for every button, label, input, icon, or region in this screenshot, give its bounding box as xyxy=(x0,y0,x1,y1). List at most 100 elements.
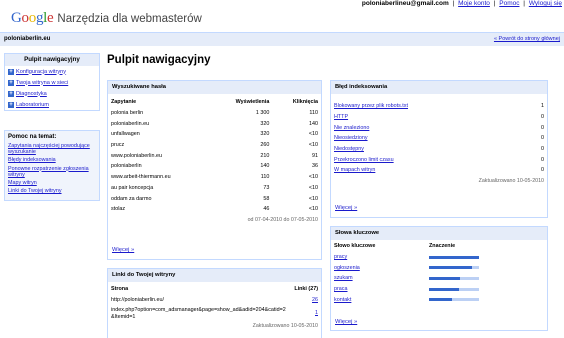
column-header[interactable]: Zapytanie xyxy=(108,97,210,108)
crawl-errors-panel: Błęd indeksowania Blokowany przez plik r… xyxy=(330,80,548,218)
table-row: oddam za darmo 58 <10 xyxy=(111,195,318,202)
link-count[interactable]: 26 xyxy=(312,297,318,303)
top-bar: poloniaberlineu@gmail.com | Moje konto |… xyxy=(361,0,562,7)
significance-bar xyxy=(429,276,479,280)
panel-title: Błęd indeksowania xyxy=(331,81,547,94)
help-title: Pomoc na temat: xyxy=(8,134,57,140)
keyword-link[interactable]: praca xyxy=(334,286,348,292)
sidebar-nav: Pulpit nawigacyjny + Konfiguracja witryn… xyxy=(4,53,100,111)
panel-title: Linki do Twojej witryny xyxy=(108,269,321,282)
expand-icon[interactable]: + xyxy=(8,101,14,108)
sidebar-item-label[interactable]: Laboratorium xyxy=(16,102,49,108)
table-row: unfallwagen 320 <10 xyxy=(111,131,318,138)
site-name: poloniaberlin.eu xyxy=(4,36,51,42)
more-queries-link[interactable]: Więcej » xyxy=(112,247,134,253)
table-row: HTTP 0 xyxy=(334,114,544,121)
table-row: stolaz 46 <10 xyxy=(111,206,318,213)
column-header[interactable]: Kliknięcia xyxy=(272,97,321,108)
column-header[interactable]: Wyświetlenia xyxy=(210,97,272,108)
sidebar-item-labs[interactable]: + Laboratorium xyxy=(5,99,99,110)
table-row: szukam xyxy=(331,273,547,284)
sidebar-item-label[interactable]: Twoja witryna w sieci xyxy=(16,80,68,86)
panel-title: Wyszukiwane hasła xyxy=(108,81,321,94)
page-title: Pulpit nawigacyjny xyxy=(107,54,211,66)
significance-bar xyxy=(429,298,479,302)
keyword-link[interactable]: ogłoszenia xyxy=(334,265,360,271)
table-row: Niedostępny 0 xyxy=(334,146,544,153)
sidebar-item-label[interactable]: Konfiguracja witryny xyxy=(16,69,66,75)
table-row: www.poloniaberlin.eu 210 91 xyxy=(111,152,318,159)
keyword-link[interactable]: pracy xyxy=(334,254,347,260)
column-header: Znaczenie xyxy=(429,243,456,250)
error-type-link[interactable]: Nieosiedziony xyxy=(334,135,368,141)
user-email: poloniaberlineu@gmail.com xyxy=(361,0,449,7)
table-row: polonia berlin 1 300 110 xyxy=(111,110,318,117)
more-errors-link[interactable]: Więcej » xyxy=(335,205,357,211)
keywords-panel: Słowa kluczowe Słowo kluczowe Znaczenie … xyxy=(330,226,548,331)
table-row: Nie znaleziono 0 xyxy=(334,124,544,131)
significance-bar xyxy=(429,255,479,259)
links-panel: Linki do Twojej witryny Strona Linki (27… xyxy=(107,268,322,338)
sidebar-item-site-config[interactable]: + Konfiguracja witryny xyxy=(5,66,99,77)
search-queries-panel: Wyszukiwane hasła Zapytanie Wyświetlenia… xyxy=(107,80,322,260)
keywords-table: Słowo kluczowe Znaczenie pracy ogłoszeni… xyxy=(331,241,547,305)
significance-fill xyxy=(429,298,452,302)
product-name: Narzędzia dla webmasterów xyxy=(57,13,202,25)
significance-fill xyxy=(429,255,479,259)
expand-icon[interactable]: + xyxy=(8,90,14,97)
my-account-link[interactable]: Moje konto xyxy=(458,0,490,7)
significance-bar xyxy=(429,266,479,270)
significance-fill xyxy=(429,266,472,270)
help-link-sitemaps[interactable]: Mapy witryn xyxy=(8,180,96,186)
help-link-links-to-site[interactable]: Linki do Twojej witryny xyxy=(8,188,96,194)
expand-icon[interactable]: + xyxy=(8,79,14,86)
keyword-link[interactable]: szukam xyxy=(334,275,353,281)
error-type-link[interactable]: Nie znaleziono xyxy=(334,125,369,131)
sidebar-item-site-on-web[interactable]: + Twoja witryna w sieci xyxy=(5,77,99,88)
help-link-crawl-errors[interactable]: Błędy indeksowania xyxy=(8,157,96,163)
table-row: W mapach witryn 0 xyxy=(334,167,544,174)
sidebar-item-diagnostics[interactable]: + Diagnostyka xyxy=(5,88,99,99)
panel-title: Słowa kluczowe xyxy=(331,227,547,240)
significance-fill xyxy=(429,287,459,291)
sidebar-title[interactable]: Pulpit nawigacyjny xyxy=(5,54,99,66)
help-link[interactable]: Pomoc xyxy=(499,0,519,7)
google-wordmark: Google xyxy=(11,10,54,26)
date-range: od 07-04-2010 do 07-05-2010 xyxy=(247,216,318,223)
column-header: Słowo kluczowe xyxy=(334,243,376,250)
table-row: index.php?option=com_adsmanager&page=sho… xyxy=(111,307,318,320)
error-type-link[interactable]: Niedostępny xyxy=(334,146,364,152)
error-type-link[interactable]: Blokowany przez plik robots.txt xyxy=(334,103,408,109)
error-type-link[interactable]: W mapach witryn xyxy=(334,167,375,173)
table-row: praca xyxy=(331,284,547,295)
keyword-link[interactable]: kontakt xyxy=(334,297,351,303)
help-link-reconsideration[interactable]: Ponowne rozpatrzenie zgłoszenia witryny xyxy=(8,166,96,178)
table-row: Blokowany przez plik robots.txt 1 xyxy=(334,103,544,110)
link-count[interactable]: 1 xyxy=(315,310,318,316)
queries-table: Zapytanie Wyświetlenia Kliknięcia poloni… xyxy=(108,97,321,225)
crawl-errors-table: Blokowany przez plik robots.txt 1 HTTP 0 N… xyxy=(331,101,547,187)
table-row: kontakt xyxy=(331,294,547,305)
google-logo[interactable]: Google Narzędzia dla webmasterów xyxy=(11,10,202,30)
home-link[interactable]: « Powrót do strony głównej xyxy=(494,36,560,42)
error-type-link[interactable]: HTTP xyxy=(334,114,348,120)
table-row: Nieosiedziony 0 xyxy=(334,135,544,142)
sidebar-item-label[interactable]: Diagnostyka xyxy=(16,91,47,97)
site-bar: poloniaberlin.eu « Powrót do strony głów… xyxy=(0,32,564,46)
expand-icon[interactable]: + xyxy=(8,68,14,75)
table-header: Zapytanie Wyświetlenia Kliknięcia xyxy=(108,97,321,108)
table-header: Strona Linki (27) xyxy=(108,284,321,295)
sign-out-link[interactable]: Wyloguj się xyxy=(529,0,562,7)
table-row: http://poloniaberlin.eu/ 26 xyxy=(111,297,318,304)
table-row: Przekroczono limit czasu 0 xyxy=(334,156,544,163)
error-type-link[interactable]: Przekroczono limit czasu xyxy=(334,157,394,163)
links-table: Strona Linki (27) http://poloniaberlin.e… xyxy=(108,284,321,331)
significance-fill xyxy=(429,276,460,280)
column-header: Strona xyxy=(111,286,129,293)
help-box: Pomoc na temat: Zapytania najczęściej po… xyxy=(4,130,100,202)
table-header: Słowo kluczowe Znaczenie xyxy=(331,241,547,252)
more-keywords-link[interactable]: Więcej » xyxy=(335,319,357,325)
help-link-top-queries[interactable]: Zapytania najczęściej powodujące wyszuka… xyxy=(8,143,96,155)
table-row: ogłoszenia xyxy=(331,262,547,273)
table-row: poloniaberlin.eu 320 140 xyxy=(111,120,318,127)
